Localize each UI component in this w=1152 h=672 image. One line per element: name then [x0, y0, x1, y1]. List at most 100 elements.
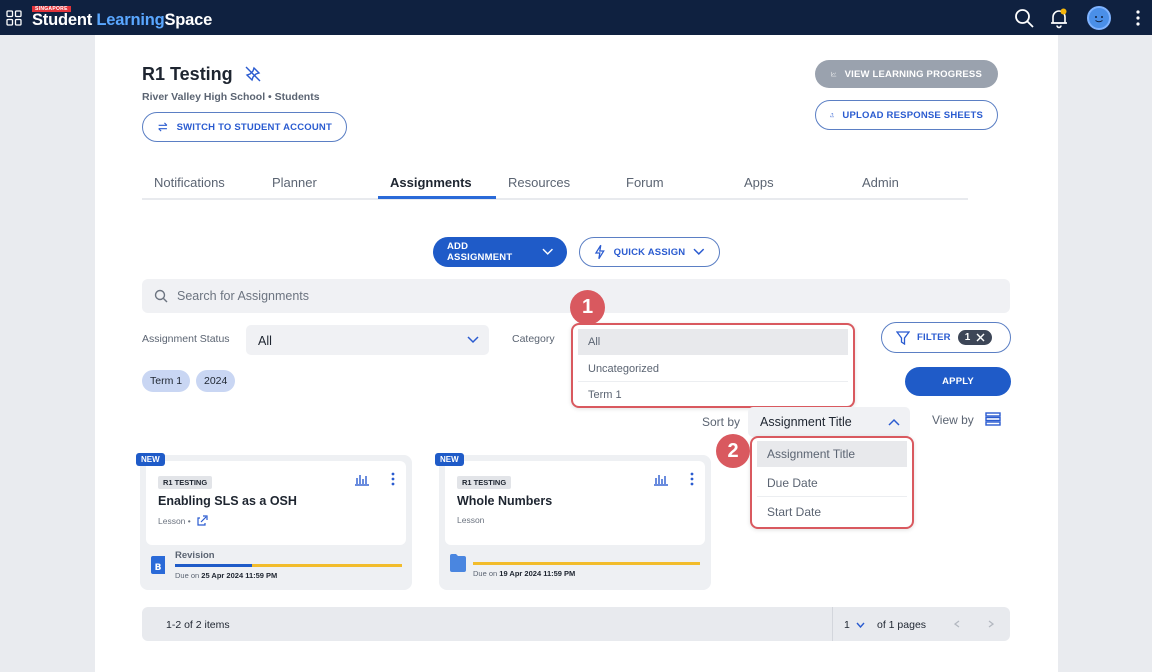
- category-label: Category: [512, 333, 555, 345]
- page-title: R1 Testing: [142, 64, 233, 84]
- upload-icon: [830, 112, 835, 118]
- tab-notifications[interactable]: Notifications: [154, 175, 225, 190]
- search-icon[interactable]: [1013, 7, 1035, 29]
- top-bar: SINGAPORE Student LearningSpace: [0, 0, 1152, 35]
- pagination-bar: 1-2 of 2 items 1 of 1 pages: [142, 607, 1010, 641]
- chevron-left-icon[interactable]: [954, 620, 960, 628]
- sort-by-label: Sort by: [702, 415, 741, 429]
- assignment-status-value: All: [258, 334, 272, 348]
- filter-button[interactable]: FILTER 1: [881, 322, 1011, 353]
- switch-account-label: SWITCH TO STUDENT ACCOUNT: [176, 121, 332, 133]
- category-option-uncategorized[interactable]: Uncategorized: [578, 356, 848, 382]
- upload-label: UPLOAD RESPONSE SHEETS: [842, 109, 983, 121]
- page-number: 1: [844, 619, 850, 631]
- active-tab-indicator: [378, 196, 496, 199]
- chevron-down-icon: [542, 248, 553, 255]
- apply-button[interactable]: APPLY: [905, 367, 1011, 396]
- pin-icon[interactable]: [245, 66, 261, 82]
- chevron-down-icon: [467, 336, 479, 344]
- tab-planner[interactable]: Planner: [272, 175, 317, 190]
- chevron-down-icon: [693, 248, 705, 255]
- category-dropdown: All Uncategorized Term 1: [571, 323, 855, 408]
- filter-icon: [896, 330, 910, 345]
- view-progress-label: VIEW LEARNING PROGRESS: [844, 68, 982, 80]
- chevron-down-icon: [856, 622, 865, 628]
- assignment-card[interactable]: R1 TESTING Enabling SLS as a OSH Lesson …: [136, 453, 412, 590]
- chevron-up-icon: [888, 418, 900, 426]
- section-label: Revision: [175, 550, 215, 561]
- category-option-term-1[interactable]: Term 1: [578, 383, 848, 407]
- avatar[interactable]: [1087, 6, 1111, 30]
- switch-icon: [158, 122, 168, 132]
- tab-forum[interactable]: Forum: [626, 175, 664, 190]
- filter-chip-year[interactable]: 2024: [196, 370, 236, 392]
- more-vertical-icon[interactable]: [689, 471, 695, 487]
- tab-bar: Notifications Planner Assignments Resour…: [142, 165, 968, 200]
- tab-resources[interactable]: Resources: [508, 175, 570, 190]
- sort-option-start-date[interactable]: Start Date: [757, 498, 907, 526]
- assignment-type: Lesson •: [158, 515, 208, 527]
- quick-assign-label: QUICK ASSIGN: [613, 246, 686, 258]
- bar-chart-icon[interactable]: [354, 472, 370, 486]
- filter-count: 1: [964, 332, 971, 343]
- apply-label: APPLY: [942, 376, 974, 387]
- lightning-icon: [594, 244, 605, 260]
- upload-response-sheets-button[interactable]: UPLOAD RESPONSE SHEETS: [815, 100, 998, 130]
- more-vertical-icon[interactable]: [1132, 9, 1144, 27]
- list-view-icon[interactable]: [985, 412, 1001, 426]
- sort-option-due-date[interactable]: Due Date: [757, 469, 907, 497]
- add-assignment-label: ADD ASSIGNMENT: [447, 241, 513, 263]
- assignment-title[interactable]: Whole Numbers: [457, 494, 552, 508]
- book-icon: B: [151, 556, 165, 574]
- search-placeholder: Search for Assignments: [177, 289, 310, 303]
- sort-dropdown: Assignment Title Due Date Start Date: [750, 436, 914, 529]
- bell-icon[interactable]: [1048, 7, 1070, 29]
- assignment-title[interactable]: Enabling SLS as a OSH: [158, 494, 297, 508]
- class-tag: R1 TESTING: [457, 476, 512, 489]
- class-tag: R1 TESTING: [158, 476, 213, 489]
- chevron-right-icon[interactable]: [988, 620, 994, 628]
- sort-by-value: Assignment Title: [760, 415, 852, 429]
- tab-admin[interactable]: Admin: [862, 175, 899, 190]
- pagination-divider: [832, 607, 833, 641]
- more-vertical-icon[interactable]: [390, 471, 396, 487]
- tab-assignments[interactable]: Assignments: [390, 175, 472, 190]
- annotation-badge-2: 2: [716, 434, 750, 468]
- due-date: Due on 19 Apr 2024 11:59 PM: [473, 569, 576, 578]
- annotation-badge-1: 1: [570, 290, 605, 325]
- switch-account-button[interactable]: SWITCH TO STUDENT ACCOUNT: [142, 112, 347, 142]
- bar-chart-icon[interactable]: [653, 472, 669, 486]
- sort-option-title[interactable]: Assignment Title: [757, 441, 907, 467]
- page-select[interactable]: 1: [842, 615, 868, 633]
- assignment-card[interactable]: R1 TESTING Whole Numbers Lesson NEW Due …: [435, 453, 711, 590]
- filter-label: FILTER: [917, 332, 951, 343]
- assignment-status-label: Assignment Status: [142, 333, 230, 345]
- view-learning-progress-button[interactable]: VIEW LEARNING PROGRESS: [815, 60, 998, 88]
- view-by-label: View by: [932, 413, 974, 427]
- sort-by-select[interactable]: Assignment Title: [748, 407, 910, 437]
- brand-name: Student LearningSpace: [32, 11, 213, 29]
- avatar-face-icon: [1095, 16, 1103, 23]
- chart-line-icon: [831, 71, 837, 77]
- progress-bar: [473, 562, 700, 565]
- main-panel: R1 Testing River Valley High School • St…: [95, 35, 1058, 672]
- category-option-all[interactable]: All: [578, 329, 848, 355]
- search-icon: [154, 289, 168, 303]
- assignment-card-body: R1 TESTING Enabling SLS as a OSH Lesson …: [146, 461, 406, 545]
- apps-grid-icon[interactable]: [6, 10, 22, 26]
- quick-assign-button[interactable]: QUICK ASSIGN: [579, 237, 720, 267]
- due-date: Due on 25 Apr 2024 11:59 PM: [175, 571, 278, 580]
- class-subtitle: River Valley High School • Students: [142, 91, 320, 103]
- pagination-summary: 1-2 of 2 items: [166, 619, 230, 631]
- page-count: of 1 pages: [877, 619, 927, 631]
- progress-bar: [175, 564, 402, 567]
- filter-chip-term[interactable]: Term 1: [142, 370, 191, 392]
- close-icon: [976, 333, 985, 342]
- tab-apps[interactable]: Apps: [744, 175, 774, 190]
- add-assignment-button[interactable]: ADD ASSIGNMENT: [433, 237, 567, 267]
- svg-text:B: B: [155, 563, 162, 573]
- filter-count-badge[interactable]: 1: [957, 330, 992, 345]
- folder-icon: [450, 554, 466, 572]
- link-icon: [197, 515, 208, 526]
- assignment-status-select[interactable]: All: [246, 325, 489, 355]
